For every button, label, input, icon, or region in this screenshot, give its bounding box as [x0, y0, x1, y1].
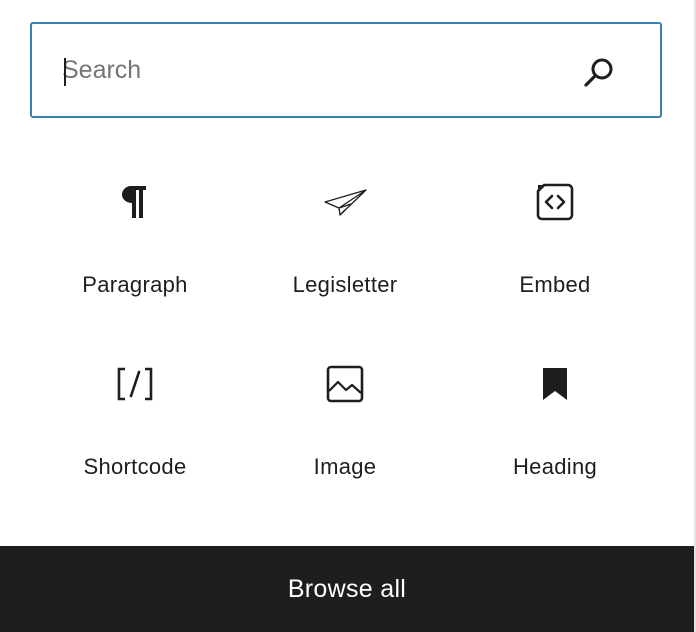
text-caret: [64, 58, 66, 86]
bookmark-icon: [531, 360, 579, 408]
block-grid: Paragraph Legisletter Embed Shortcode Im…: [30, 150, 662, 514]
block-label: Legisletter: [292, 272, 398, 297]
block-label: Shortcode: [83, 454, 187, 479]
block-label: Paragraph: [82, 272, 188, 297]
search-input[interactable]: [62, 24, 582, 116]
block-item-embed[interactable]: Embed: [450, 150, 660, 332]
paper-plane-icon: [321, 178, 369, 226]
block-label: Embed: [519, 272, 591, 297]
block-label: Heading: [512, 454, 598, 479]
browse-all-button[interactable]: Browse all: [0, 546, 694, 632]
block-item-paragraph[interactable]: Paragraph: [30, 150, 240, 332]
block-item-shortcode[interactable]: Shortcode: [30, 332, 240, 514]
block-inserter-panel: Paragraph Legisletter: [0, 0, 696, 632]
block-label: Image: [313, 454, 377, 479]
block-item-image[interactable]: Image: [240, 332, 450, 514]
search-icon[interactable]: [582, 55, 616, 89]
search-box[interactable]: [30, 22, 662, 118]
paragraph-icon: [111, 178, 159, 226]
block-item-heading[interactable]: Heading: [450, 332, 660, 514]
block-item-legisletter[interactable]: Legisletter: [240, 150, 450, 332]
embed-icon: [531, 178, 579, 226]
shortcode-icon: [111, 360, 159, 408]
image-icon: [321, 360, 369, 408]
